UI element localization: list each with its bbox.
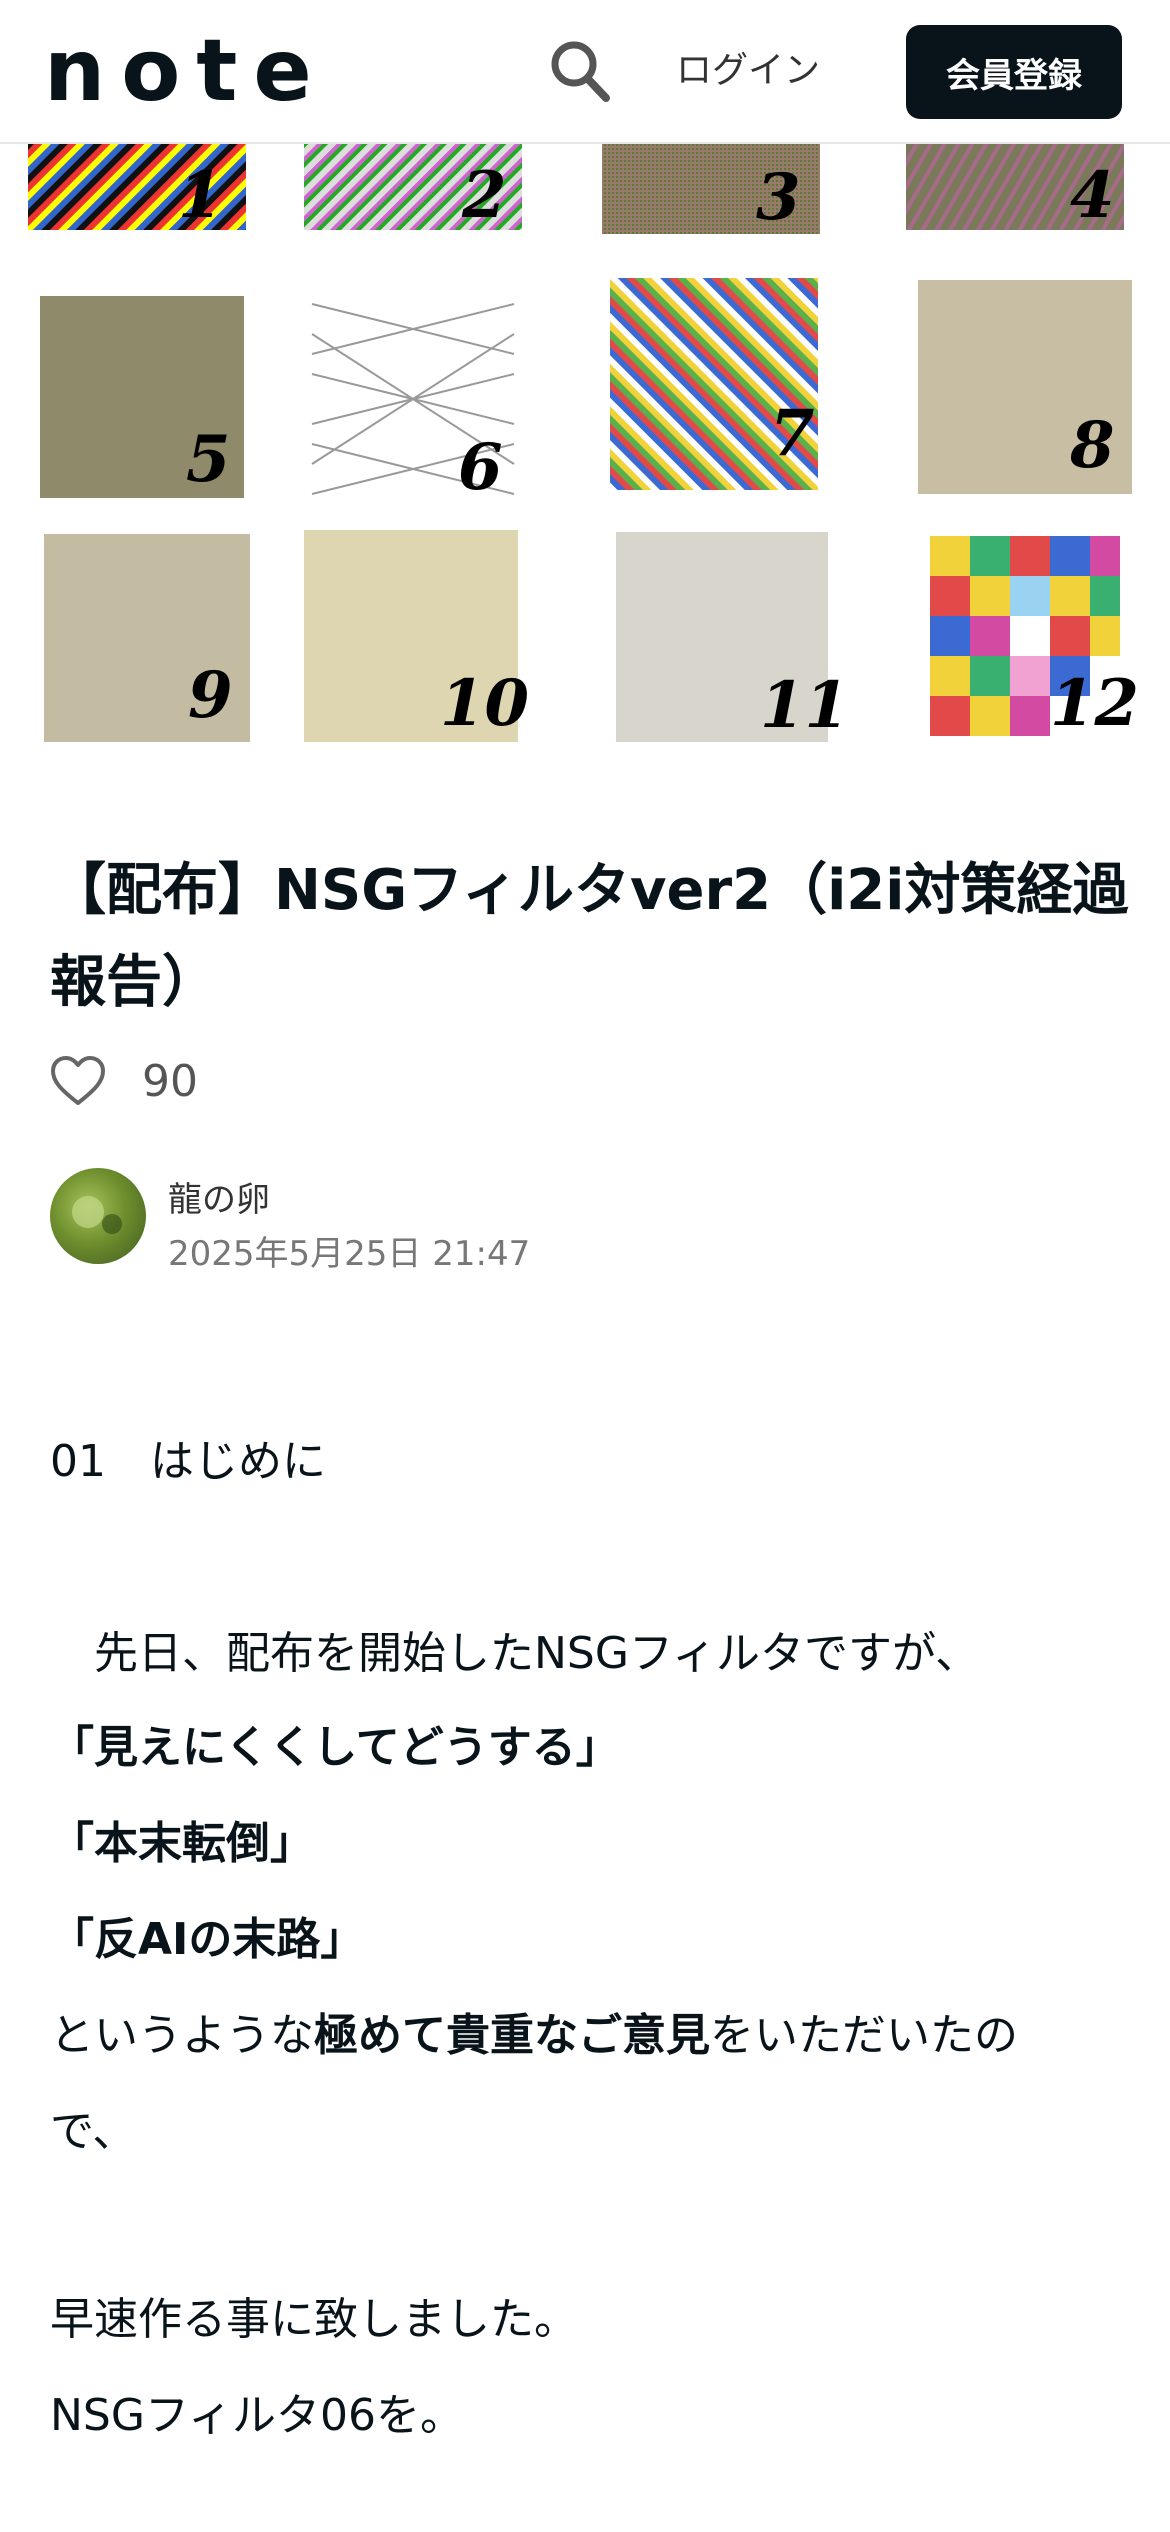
quote-line: 「反AIの末路」 [50, 1914, 365, 1965]
paragraph: 先日、配布を開始したNSGフィルタですが、 [50, 1628, 980, 1679]
tile-label: 3 [756, 160, 801, 235]
tile-label: 5 [186, 422, 231, 497]
search-icon[interactable] [548, 36, 612, 106]
heart-icon[interactable] [50, 1053, 106, 1109]
tile-label: 1 [178, 158, 223, 233]
like-count: 90 [142, 1055, 198, 1107]
paragraph-continuation: で、 [50, 2106, 137, 2157]
note-logo[interactable]: note [44, 30, 344, 110]
tile-label: 8 [1070, 408, 1115, 483]
hero-image: 1 2 3 4 5 6 7 8 9 10 11 12 [0, 144, 1170, 758]
emphasis-text: 極めて貴重なご意見 [314, 2010, 710, 2061]
login-link[interactable]: ログイン [676, 44, 820, 98]
like-row: 90 [50, 1046, 198, 1116]
tile-label: 9 [188, 658, 233, 733]
top-navigation-bar: note ログイン 会員登録 [0, 0, 1170, 144]
tile-label: 2 [462, 158, 507, 233]
svg-text:note: note [44, 30, 328, 110]
quote-line: 「見えにくくしてどうする」 [50, 1722, 620, 1773]
text-span: というような [50, 2010, 314, 2061]
section-heading: 01 はじめに [50, 1436, 326, 1487]
tile-label: 6 [458, 430, 503, 505]
article-title: 【配布】NSGフィルタver2（i2i対策経過報告） [50, 858, 1129, 1015]
tile-label: 11 [760, 668, 850, 743]
author-name[interactable]: 龍の卵 [168, 1172, 270, 1221]
text-span: をいただいたの [710, 2010, 1018, 2061]
paragraph: 早速作る事に致しました。 [50, 2294, 578, 2345]
tile-label: 7 [770, 396, 815, 471]
tile-label: 12 [1050, 666, 1140, 741]
tile-label: 4 [1070, 158, 1115, 233]
signup-button[interactable]: 会員登録 [906, 25, 1122, 119]
post-date: 2025年5月25日 21:47 [168, 1234, 531, 1274]
paragraph: NSGフィルタ06を。 [50, 2390, 465, 2441]
paragraph: というような極めて貴重なご意見をいただいたの [50, 2006, 1130, 2066]
tile-label: 10 [440, 666, 530, 741]
quote-line: 「本末転倒」 [50, 1818, 314, 1869]
avatar[interactable] [50, 1168, 146, 1264]
